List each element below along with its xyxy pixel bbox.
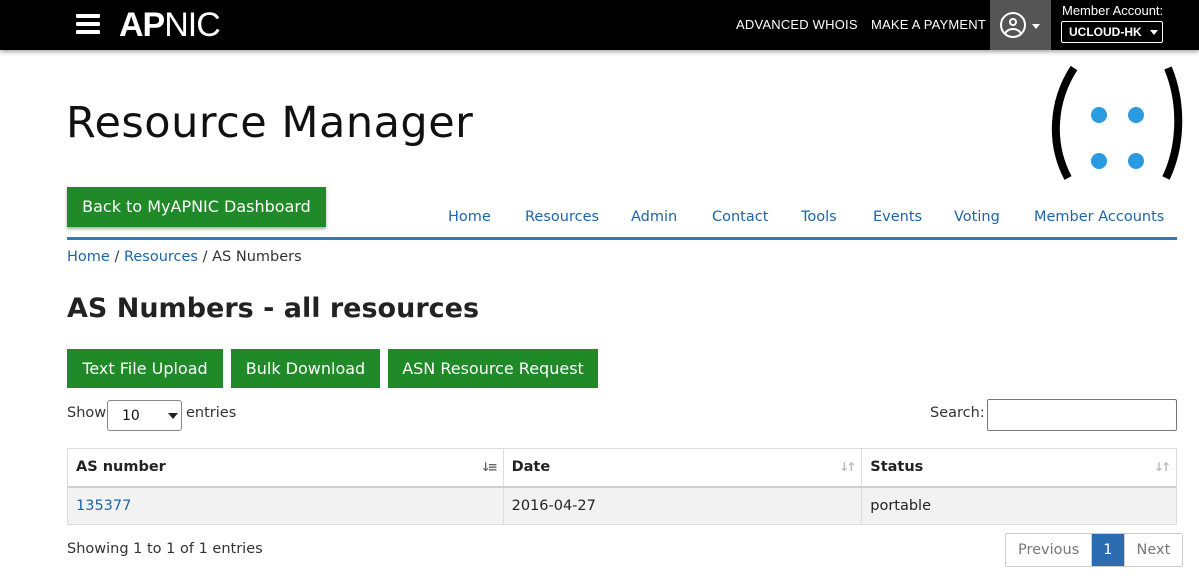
column-label: Status [870,459,924,476]
as-number-cell: 135377 [67,486,504,525]
text-file-upload-button[interactable]: Text File Upload [67,349,223,388]
page-title: Resource Manager [66,98,474,148]
column-label: Date [511,459,551,476]
previous-page-button[interactable]: Previous [1006,534,1092,566]
entries-label: entries [186,405,237,421]
nav-events[interactable]: Events [873,209,922,225]
as-numbers-table: AS number ↓≡ Date ↓↑ Status ↓↑ 135377 20… [67,448,1177,525]
chevron-down-icon [168,413,178,419]
nav-home[interactable]: Home [448,209,491,225]
section-title: AS Numbers - all resources [67,293,480,324]
bulk-download-button[interactable]: Bulk Download [231,349,380,388]
sort-icon: ↓↑ [1153,460,1171,474]
column-header-as-number[interactable]: AS number ↓≡ [67,448,504,488]
breadcrumb-separator: / [114,249,120,265]
top-bar: APNIC ADVANCED WHOIS MAKE A PAYMENT Memb… [0,0,1199,50]
breadcrumb-resources[interactable]: Resources [124,249,198,265]
page-1-button[interactable]: 1 [1091,534,1124,566]
member-account-value: UCLOUD-HK [1069,25,1142,39]
pagination: Previous 1 Next [1005,533,1184,567]
search-label: Search: [930,405,985,421]
breadcrumb-home[interactable]: Home [67,249,110,265]
nav-admin[interactable]: Admin [631,209,677,225]
show-label: Show [67,405,107,421]
as-number-link[interactable]: 135377 [76,498,131,514]
member-account-label: Member Account: [1062,3,1164,18]
sort-ascending-icon: ↓≡ [480,460,497,474]
nav-tools[interactable]: Tools [801,209,837,225]
user-icon [1000,12,1026,38]
search-input[interactable] [987,399,1177,431]
column-label: AS number [76,459,166,476]
apnic-logo[interactable]: APNIC [119,5,221,45]
user-menu-button[interactable] [990,0,1051,50]
table-info: Showing 1 to 1 of 1 entries [67,541,263,557]
nav-contact[interactable]: Contact [712,209,768,225]
nav-voting[interactable]: Voting [954,209,1000,225]
make-payment-link[interactable]: MAKE A PAYMENT [871,17,986,32]
nav-member-accounts[interactable]: Member Accounts [1034,209,1164,225]
asn-resource-request-button[interactable]: ASN Resource Request [388,349,598,388]
breadcrumb-separator: / [202,249,208,265]
sort-icon: ↓↑ [839,460,856,474]
chevron-down-icon [1032,24,1040,29]
member-account-select[interactable]: UCLOUD-HK [1061,21,1163,43]
table-header-row: AS number ↓≡ Date ↓↑ Status ↓↑ [67,448,1177,488]
chevron-down-icon [1150,30,1158,35]
next-page-button[interactable]: Next [1123,534,1183,566]
status-cell: portable [861,486,1177,525]
menu-icon[interactable] [76,14,100,34]
page-length-value: 10 [122,408,140,424]
table-row: 135377 2016-04-27 portable [67,486,1177,525]
column-header-status[interactable]: Status ↓↑ [861,448,1177,488]
apnic-brand-mark-icon [1051,65,1183,180]
breadcrumb-current: AS Numbers [212,249,302,265]
column-header-date[interactable]: Date ↓↑ [502,448,863,488]
date-cell: 2016-04-27 [502,486,863,525]
main-nav: Home Resources Admin Contact Tools Event… [67,204,1177,240]
nav-resources[interactable]: Resources [525,209,599,225]
breadcrumb: Home / Resources / AS Numbers [67,249,302,265]
page-length-select[interactable]: 10 [107,400,182,431]
advanced-whois-link[interactable]: ADVANCED WHOIS [736,17,858,32]
